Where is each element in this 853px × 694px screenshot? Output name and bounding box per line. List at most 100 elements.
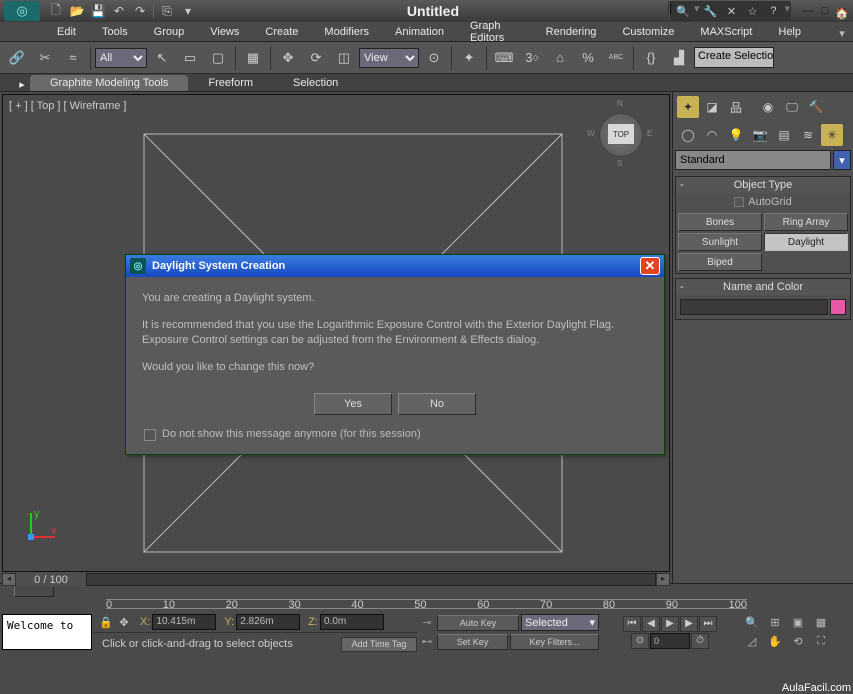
menu-grapheditors[interactable]: Graph Editors (468, 18, 522, 46)
shapes-icon[interactable]: ◠ (701, 124, 723, 146)
hierarchy-tab-icon[interactable]: 品 (725, 96, 747, 118)
spinner-snap-icon[interactable]: ABC (603, 45, 629, 71)
daylight-button[interactable]: Daylight (764, 233, 848, 251)
scroll-left-icon[interactable]: ◂ (2, 573, 16, 586)
helpers-icon[interactable]: ▤ (773, 124, 795, 146)
object-name-input[interactable] (680, 299, 828, 315)
zoom-ext-all-icon[interactable]: ▦ (810, 614, 832, 632)
no-button[interactable]: No (398, 393, 476, 415)
binoculars-icon[interactable]: 🔍 (673, 2, 693, 20)
maxscript-listener[interactable]: Welcome to (2, 614, 92, 650)
ringarray-button[interactable]: Ring Array (764, 213, 848, 231)
bones-button[interactable]: Bones (678, 213, 762, 231)
color-swatch[interactable] (830, 299, 846, 315)
viewport-label[interactable]: [ + ] [ Top ] [ Wireframe ] (9, 100, 126, 112)
rotate-icon[interactable]: ⟳ (303, 45, 329, 71)
sunlight-button[interactable]: Sunlight (678, 233, 762, 251)
play-icon[interactable]: ▶ (661, 616, 679, 632)
tab-selection[interactable]: Selection (273, 75, 358, 91)
x-field[interactable]: 10.415m (152, 614, 216, 630)
link-icon[interactable]: ⎘ (157, 2, 177, 20)
pivot-icon[interactable]: ⊙ (421, 45, 447, 71)
menu-views[interactable]: Views (208, 24, 241, 40)
transform-typein-icon[interactable]: ✥ (116, 614, 132, 630)
spacewarps-icon[interactable]: ≋ (797, 124, 819, 146)
menu-create[interactable]: Create (263, 24, 300, 40)
menu-animation[interactable]: Animation (393, 24, 446, 40)
menu-customize[interactable]: Customize (620, 24, 676, 40)
named-selection-field[interactable]: Create Selection S (694, 47, 774, 68)
unlink-icon[interactable]: ✂ (32, 45, 58, 71)
scroll-track[interactable] (86, 573, 656, 586)
new-icon[interactable]: 🗋 (46, 2, 66, 20)
keyboard-shortcut-icon[interactable]: ⌨ (491, 45, 517, 71)
vp-config-icon[interactable]: ▾ (833, 24, 851, 42)
undo-icon[interactable]: ↶ (109, 2, 129, 20)
snap-toggle-icon[interactable]: 3◇ (519, 45, 545, 71)
menu-maxscript[interactable]: MAXScript (698, 24, 754, 40)
yes-button[interactable]: Yes (314, 393, 392, 415)
setkey-icon[interactable]: ⊷ (419, 634, 435, 650)
goto-start-icon[interactable]: ⏮ (623, 616, 641, 632)
scale-icon[interactable]: ◫ (331, 45, 357, 71)
select-object-icon[interactable]: ↖ (149, 45, 175, 71)
star-icon[interactable]: ☆ (742, 2, 762, 20)
select-link-icon[interactable]: 🔗 (4, 45, 30, 71)
mirror-icon[interactable]: ▟ (666, 45, 692, 71)
keyfilters-button[interactable]: Key Filters... (510, 634, 599, 650)
app-icon[interactable]: ◎ (4, 1, 40, 21)
move-icon[interactable]: ✥ (275, 45, 301, 71)
menu-rendering[interactable]: Rendering (544, 24, 599, 40)
tab-graphite[interactable]: Graphite Modeling Tools (30, 75, 188, 91)
zoom-icon[interactable]: 🔍 (741, 614, 763, 632)
add-time-tag-button[interactable]: Add Time Tag (341, 637, 417, 652)
category-dropdown[interactable]: Standard (675, 150, 831, 170)
exchange-icon[interactable]: ✕ (721, 2, 741, 20)
y-field[interactable]: 2.826m (236, 614, 300, 630)
display-tab-icon[interactable]: 🖵 (781, 96, 803, 118)
pan-icon[interactable]: ✋ (764, 633, 786, 651)
ref-coord-system[interactable]: View (359, 48, 419, 68)
lock-icon[interactable]: 🔒 (98, 614, 114, 630)
setkey-button[interactable]: Set Key (437, 634, 508, 650)
systems-icon[interactable]: ✳ (821, 124, 843, 146)
anim-key-icon[interactable]: ⊸ (419, 615, 435, 631)
dialog-close-button[interactable]: ✕ (640, 257, 660, 275)
cameras-icon[interactable]: 📷 (749, 124, 771, 146)
autogrid-checkbox[interactable]: AutoGrid (676, 193, 850, 211)
motion-tab-icon[interactable]: ◉ (757, 96, 779, 118)
modify-tab-icon[interactable]: ◪ (701, 96, 723, 118)
time-config-icon[interactable]: ⏱ (691, 633, 709, 649)
angle-snap-icon[interactable]: ⌂ (547, 45, 573, 71)
maxtoggle-icon[interactable]: ⛶ (810, 633, 832, 651)
select-name-icon[interactable]: ▭ (177, 45, 203, 71)
named-sel-icon[interactable]: {} (638, 45, 664, 71)
current-frame-field[interactable]: 0 (650, 633, 690, 649)
create-tab-icon[interactable]: ✦ (677, 96, 699, 118)
utilities-tab-icon[interactable]: 🔨 (805, 96, 827, 118)
geometry-icon[interactable]: ◯ (677, 124, 699, 146)
manipulate-icon[interactable]: ✦ (456, 45, 482, 71)
biped-button[interactable]: Biped (678, 253, 762, 271)
bind-spacewarp-icon[interactable]: ≈ (60, 45, 86, 71)
orbit-icon[interactable]: ⟲ (787, 633, 809, 651)
z-field[interactable]: 0.0m (320, 614, 384, 630)
key-mode-icon[interactable]: ⊙ (631, 633, 649, 649)
window-crossing-icon[interactable]: ▦ (240, 45, 266, 71)
save-icon[interactable]: 💾 (88, 2, 108, 20)
menu-modifiers[interactable]: Modifiers (322, 24, 371, 40)
select-region-icon[interactable]: ▢ (205, 45, 231, 71)
zoom-ext-icon[interactable]: ▣ (787, 614, 809, 632)
maximize-button[interactable]: □ (818, 5, 832, 18)
menu-group[interactable]: Group (152, 24, 187, 40)
viewcube[interactable]: TOP N E S W (587, 101, 655, 169)
checkbox-icon[interactable] (734, 197, 744, 207)
wrench-icon[interactable]: 🔧 (700, 2, 720, 20)
minimize-button[interactable]: — (801, 5, 815, 18)
scroll-right-icon[interactable]: ▸ (656, 573, 670, 586)
qat-drop-icon[interactable]: ▾ (178, 2, 198, 20)
next-frame-icon[interactable]: ▶ (680, 616, 698, 632)
goto-end-icon[interactable]: ⏭ (699, 616, 717, 632)
redo-icon[interactable]: ↷ (130, 2, 150, 20)
menu-edit[interactable]: Edit (55, 24, 78, 40)
